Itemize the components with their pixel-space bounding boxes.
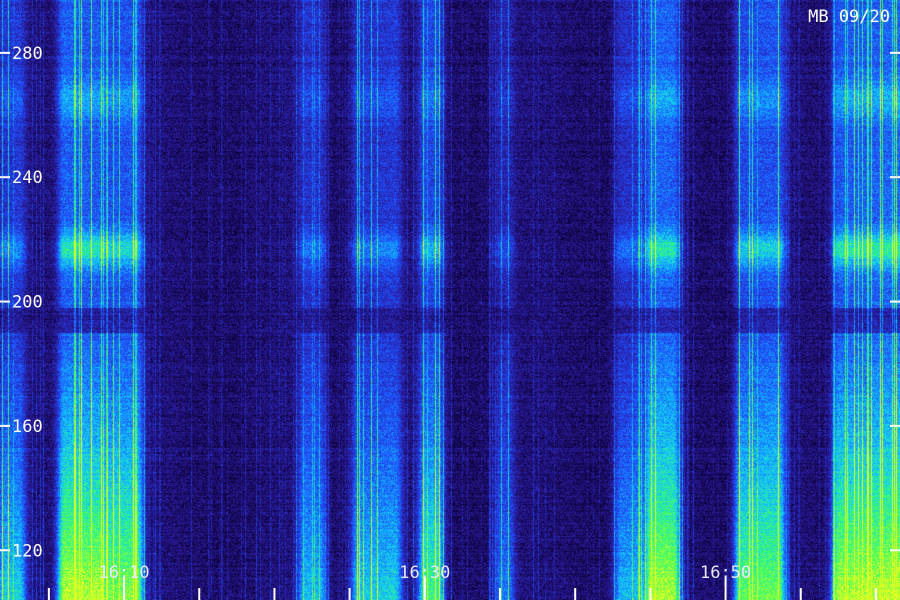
y-tick-label-280: 280 [12,44,43,64]
x-tick-label-1: 16:30 [399,563,450,583]
y-tick-label-240: 240 [12,168,43,188]
y-tick-label-120: 120 [12,541,43,561]
y-tick-label-200: 200 [12,293,43,313]
spectrogram-chart: MB 09/20 120 160 200 240 280 16:10 16:30 16:50 [0,0,900,600]
chart-overlay: MB 09/20 120 160 200 240 280 16:10 16:30 16:50 [0,7,900,600]
chart-title: MB 09/20 [808,7,890,27]
y-axis: 120 160 200 240 280 [0,44,900,561]
x-tick-label-0: 16:10 [98,563,149,583]
x-axis: 16:10 16:30 16:50 [47,563,877,600]
x-tick-label-2: 16:50 [700,563,751,583]
y-tick-label-160: 160 [12,417,43,437]
